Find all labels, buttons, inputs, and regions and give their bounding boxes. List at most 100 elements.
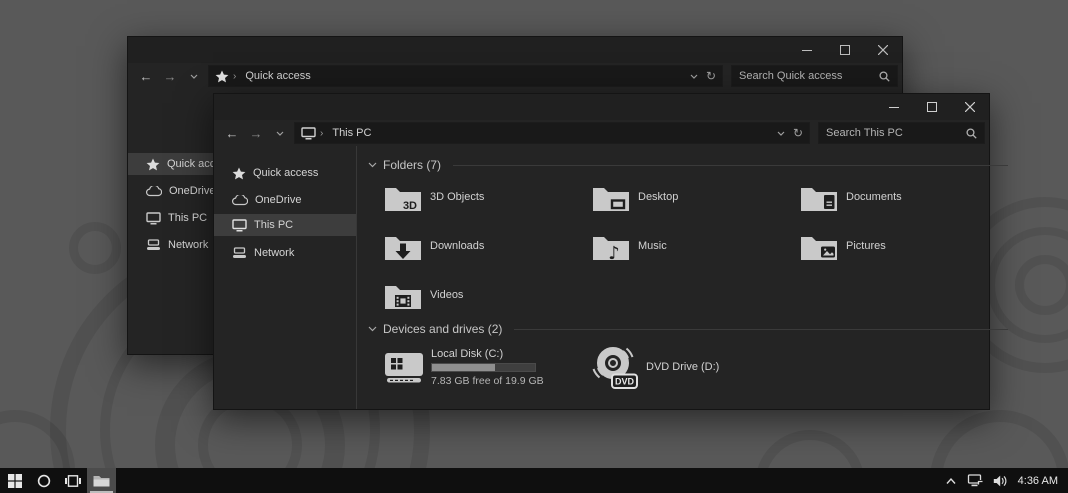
windows-start-icon	[8, 474, 22, 488]
folder-tile-3d-objects[interactable]: 3D 3D Objects	[384, 178, 592, 216]
sidebar-item-label: OneDrive	[169, 185, 215, 197]
close-button[interactable]	[864, 37, 902, 63]
collapse-chevron-icon[interactable]	[368, 162, 377, 168]
svg-text:♪: ♪	[608, 243, 620, 261]
wallpaper-ring	[69, 222, 121, 274]
volume-icon[interactable]	[993, 475, 1008, 487]
breadcrumb-separator: ›	[233, 71, 236, 82]
taskbar-file-explorer-button[interactable]	[87, 468, 116, 493]
quick-access-star-icon	[232, 167, 246, 180]
explorer-window-this-pc: ← → › This PC ↻ Search This PC	[213, 93, 990, 410]
minimize-button[interactable]	[788, 37, 826, 63]
minimize-button[interactable]	[875, 94, 913, 120]
this-pc-monitor-icon	[301, 127, 316, 140]
quick-access-star-icon	[146, 158, 160, 171]
task-view-icon	[65, 475, 81, 487]
maximize-icon	[840, 45, 850, 55]
group-title-devices[interactable]: Devices and drives (2)	[383, 322, 502, 336]
breadcrumb[interactable]: Quick access	[245, 70, 310, 82]
recent-locations-button[interactable]	[182, 66, 206, 86]
sidebar-item-label: Quick access	[253, 167, 318, 179]
file-explorer-icon	[93, 474, 110, 487]
refresh-icon[interactable]: ↻	[706, 69, 716, 83]
files-pane: Folders (7) 3D 3D Objects Desktop Docume…	[356, 146, 1022, 409]
folder-tile-pictures[interactable]: Pictures	[800, 227, 1008, 265]
taskbar: 4:36 AM	[0, 468, 1068, 493]
search-placeholder: Search This PC	[826, 127, 903, 139]
recent-locations-button[interactable]	[268, 123, 292, 143]
close-icon	[878, 45, 888, 55]
capacity-bar-fill	[432, 364, 495, 371]
maximize-icon	[927, 102, 937, 112]
minimize-icon	[802, 45, 812, 55]
folder-desktop-icon	[592, 182, 630, 212]
forward-button[interactable]: →	[244, 123, 268, 143]
folder-pictures-icon	[800, 231, 838, 261]
dvd-disc-icon: DVD	[592, 344, 639, 390]
folder-music-icon: ♪	[592, 231, 630, 261]
tile-label: Music	[638, 240, 667, 252]
forward-button[interactable]: →	[158, 66, 182, 86]
refresh-icon[interactable]: ↻	[793, 126, 803, 140]
drive-label: DVD Drive (D:)	[646, 361, 719, 373]
start-button[interactable]	[0, 468, 29, 493]
group-divider	[514, 329, 1008, 330]
folder-tile-videos[interactable]: Videos	[384, 276, 592, 314]
group-title-folders[interactable]: Folders (7)	[383, 158, 441, 172]
collapse-chevron-icon[interactable]	[368, 326, 377, 332]
search-icon	[879, 71, 890, 82]
address-bar[interactable]: › This PC ↻	[294, 122, 810, 144]
system-tray: 4:36 AM	[945, 468, 1068, 493]
folder-tile-desktop[interactable]: Desktop	[592, 178, 800, 216]
titlebar[interactable]	[214, 94, 989, 120]
breadcrumb-separator: ›	[320, 128, 323, 139]
sidebar-item-quick-access[interactable]: Quick access	[214, 162, 356, 184]
tile-label: Documents	[846, 191, 902, 203]
quick-access-star-icon	[215, 70, 229, 83]
chevron-down-icon	[190, 74, 198, 79]
back-button[interactable]: ←	[220, 123, 244, 143]
drive-tile-local-disk-c[interactable]: Local Disk (C:) 7.83 GB free of 19.9 GB	[384, 342, 592, 392]
sidebar-item-network[interactable]: Network	[214, 242, 356, 264]
chevron-down-icon[interactable]	[777, 131, 785, 136]
capacity-bar	[431, 363, 536, 372]
network-status-icon[interactable]	[967, 474, 983, 487]
folder-tile-downloads[interactable]: Downloads	[384, 227, 592, 265]
sidebar-item-this-pc[interactable]: This PC	[214, 214, 356, 236]
cortana-button[interactable]	[29, 468, 58, 493]
chevron-down-icon[interactable]	[690, 74, 698, 79]
search-box[interactable]: Search This PC	[818, 122, 985, 144]
folder-tile-music[interactable]: ♪ Music	[592, 227, 800, 265]
group-divider	[453, 165, 1008, 166]
task-view-button[interactable]	[58, 468, 87, 493]
sidebar-item-label: Network	[254, 247, 294, 259]
svg-text:3D: 3D	[403, 200, 417, 212]
minimize-icon	[889, 102, 899, 112]
drive-tile-dvd-d[interactable]: DVD DVD Drive (D:)	[592, 342, 852, 392]
close-icon	[965, 102, 975, 112]
desktop[interactable]: ← → › Quick access ↻ Search Quick access	[0, 0, 1068, 493]
breadcrumb[interactable]: This PC	[332, 127, 371, 139]
search-placeholder: Search Quick access	[739, 70, 842, 82]
cloud-icon	[146, 186, 162, 197]
close-button[interactable]	[951, 94, 989, 120]
sidebar-item-label: This PC	[254, 219, 293, 231]
folder-tile-documents[interactable]: Documents	[800, 178, 1008, 216]
folder-documents-icon	[800, 182, 838, 212]
search-box[interactable]: Search Quick access	[731, 65, 898, 87]
sidebar-item-onedrive[interactable]: OneDrive	[214, 189, 356, 211]
tile-label: 3D Objects	[430, 191, 484, 203]
hard-disk-icon	[384, 350, 424, 384]
back-button[interactable]: ←	[134, 66, 158, 86]
titlebar[interactable]	[128, 37, 902, 63]
tray-chevron-up-icon[interactable]	[945, 477, 957, 485]
network-icon	[232, 247, 247, 259]
address-bar[interactable]: › Quick access ↻	[208, 65, 723, 87]
maximize-button[interactable]	[826, 37, 864, 63]
maximize-button[interactable]	[913, 94, 951, 120]
svg-text:DVD: DVD	[615, 377, 635, 387]
folder-videos-icon	[384, 280, 422, 310]
search-icon	[966, 128, 977, 139]
taskbar-clock[interactable]: 4:36 AM	[1018, 475, 1058, 487]
sidebar-item-label: OneDrive	[255, 194, 301, 206]
